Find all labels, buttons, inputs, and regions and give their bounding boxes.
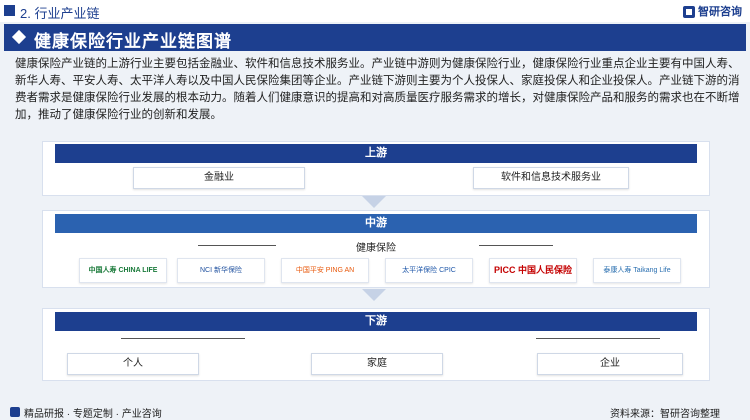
intro-paragraph: 健康保险产业链的上游行业主要包括金融业、软件和信息技术服务业。产业链中游则为健康…	[15, 58, 740, 121]
title-bar: 健康保险行业产业链图谱	[4, 24, 746, 51]
footer-logo-icon	[10, 407, 20, 417]
footer: 精品研报 · 专题定制 · 产业咨询 资料来源：智研咨询整理	[0, 404, 750, 420]
footer-source: 资料来源：智研咨询整理	[610, 409, 720, 420]
divider	[198, 245, 276, 246]
logo-nci: NCI 新华保险	[177, 258, 265, 283]
page-title: 健康保险行业产业链图谱	[34, 32, 232, 51]
divider	[121, 338, 245, 339]
midstream-header: 中游	[55, 214, 697, 233]
brand-name: 智研咨询	[698, 6, 742, 18]
upstream-item-software: 软件和信息技术服务业	[473, 167, 629, 189]
midstream-panel: 中游 健康保险 中国人寿 CHINA LIFE NCI 新华保险 中国平安 PI…	[42, 210, 710, 288]
brand-mark-icon	[683, 6, 695, 19]
brand-logo: 智研咨询	[683, 3, 742, 19]
upstream-item-finance: 金融业	[133, 167, 305, 189]
logo-picc: PICC 中国人民保险	[489, 258, 577, 283]
downstream-item-enterprise: 企业	[537, 353, 683, 375]
diamond-icon	[11, 29, 27, 45]
logo-cpic: 太平洋保险 CPIC	[385, 258, 473, 283]
section-marker-icon	[4, 5, 15, 16]
downstream-item-individual: 个人	[67, 353, 199, 375]
divider	[479, 245, 553, 246]
logo-china-life: 中国人寿 CHINA LIFE	[79, 258, 167, 283]
top-bar: 2. 行业产业链 智研咨询	[0, 0, 750, 22]
section-title: 2. 行业产业链	[20, 6, 100, 21]
upstream-header: 上游	[55, 144, 697, 163]
upstream-panel: 上游 金融业 软件和信息技术服务业	[42, 141, 710, 196]
downstream-item-family: 家庭	[311, 353, 443, 375]
flow-arrow-icon	[362, 289, 386, 301]
midstream-sublabel: 健康保险	[356, 243, 396, 254]
downstream-panel: 下游 个人 家庭 企业	[42, 308, 710, 381]
downstream-header: 下游	[55, 312, 697, 331]
logo-taikang: 泰康人寿 Taikang Life	[593, 258, 681, 283]
flow-arrow-icon	[362, 196, 386, 208]
footer-tagline: 精品研报 · 专题定制 · 产业咨询	[24, 409, 162, 420]
divider	[536, 338, 660, 339]
logo-ping-an: 中国平安 PING AN	[281, 258, 369, 283]
